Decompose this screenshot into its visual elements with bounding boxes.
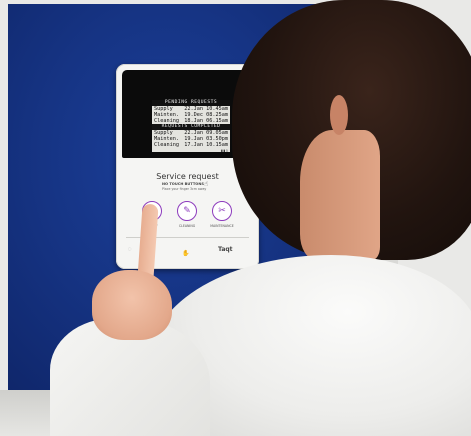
touchless-icon: ✋ bbox=[182, 250, 190, 257]
photo-scene: PENDING REQUESTS Supply 22.Jan 10.45am M… bbox=[0, 0, 471, 436]
completed-row: Cleaning 17.Jan 10.15am bbox=[154, 142, 228, 148]
brand-logo: Taqt bbox=[218, 246, 233, 253]
person-neck bbox=[300, 130, 380, 260]
tools-icon: ✂ bbox=[218, 206, 226, 216]
cleaning-label: CLEANING bbox=[178, 224, 196, 228]
person-hand bbox=[92, 270, 172, 340]
hand-wave-icon: ☝ bbox=[204, 180, 209, 188]
maintenance-button[interactable]: ✂ bbox=[212, 201, 232, 221]
battery-icon: ▮▮▯ bbox=[220, 148, 228, 153]
maintenance-label: MAINTENANCE bbox=[210, 224, 234, 228]
nfc-icon: ◌ bbox=[128, 246, 132, 251]
eink-display: PENDING REQUESTS Supply 22.Jan 10.45am M… bbox=[152, 100, 230, 153]
cleaning-icon: ✎ bbox=[183, 206, 191, 216]
hint-text: Place your finger 3cm away bbox=[162, 187, 207, 191]
cleaning-button[interactable]: ✎ bbox=[177, 201, 197, 221]
no-touch-label: NO TOUCH BUTTONS bbox=[162, 182, 204, 186]
person-ear bbox=[330, 95, 348, 135]
